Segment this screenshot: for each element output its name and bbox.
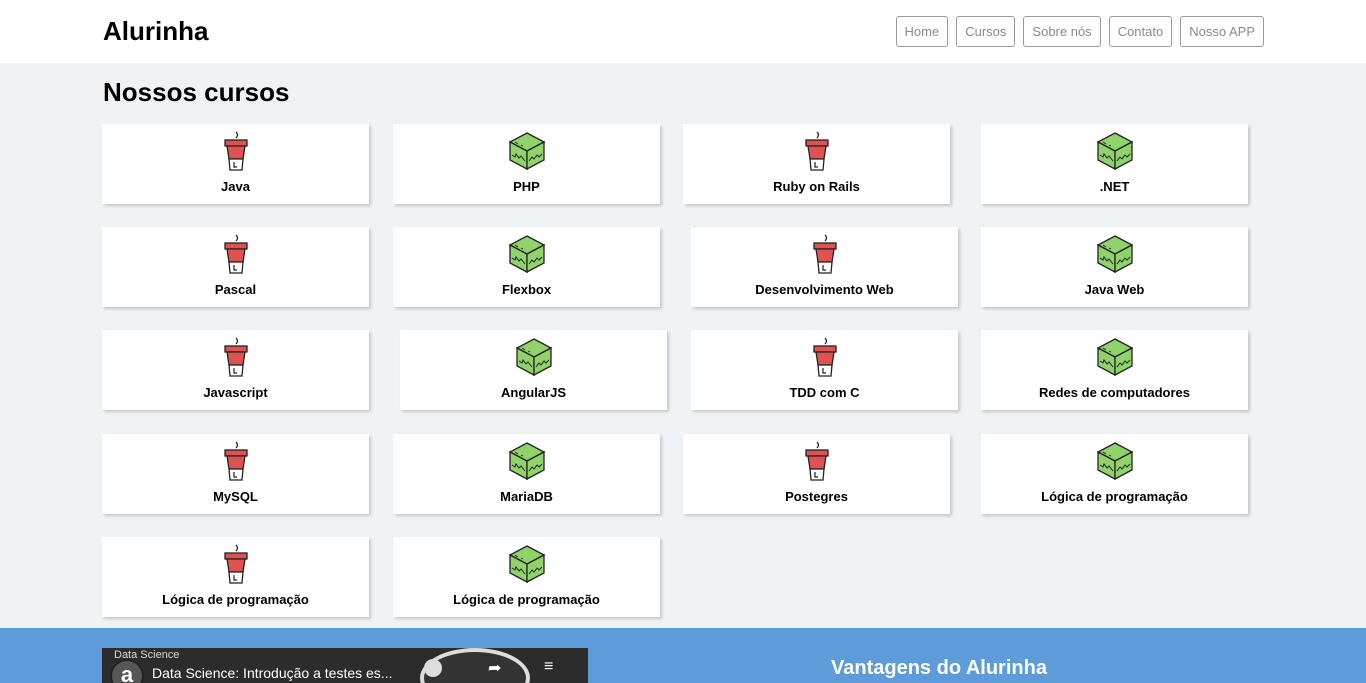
course-label: Java <box>221 179 250 194</box>
course-label: Pascal <box>214 282 257 297</box>
coffee-cup-icon <box>216 131 256 171</box>
course-label: Ruby on Rails <box>773 179 860 194</box>
course-card[interactable]: MySQL <box>102 434 369 514</box>
course-card[interactable]: Ruby on Rails <box>683 124 950 204</box>
coffee-cup-icon <box>797 441 837 481</box>
video-title[interactable]: Data Science: Introdução a testes es... <box>152 665 392 681</box>
course-card[interactable]: AngularJS <box>400 330 667 410</box>
advantages-heading: Vantagens do Alurinha <box>831 657 1047 679</box>
cube-icon <box>507 131 547 171</box>
course-label: Lógica de programação <box>1041 489 1188 504</box>
cube-icon <box>1095 441 1135 481</box>
brand-logo[interactable]: Alurinha <box>103 16 208 47</box>
course-label: Java Web <box>1084 282 1145 297</box>
course-card[interactable]: Pascal <box>102 227 369 307</box>
nav-cursos-button[interactable]: Cursos <box>956 16 1016 47</box>
course-card[interactable]: MariaDB <box>393 434 660 514</box>
course-label: MariaDB <box>500 489 553 504</box>
site-header: Alurinha Home Cursos Sobre nós Contato N… <box>0 0 1366 63</box>
page-title: Nossos cursos <box>103 77 290 107</box>
course-card[interactable]: Java Web <box>981 227 1248 307</box>
coffee-cup-icon <box>797 131 837 171</box>
course-card[interactable]: Lógica de programação <box>981 434 1248 514</box>
course-label: Postegres <box>785 489 848 504</box>
course-label: Lógica de programação <box>453 592 600 607</box>
course-card[interactable]: Flexbox <box>393 227 660 307</box>
coffee-cup-icon <box>805 337 845 377</box>
cube-icon <box>507 544 547 584</box>
course-label: Flexbox <box>501 282 552 297</box>
course-card[interactable]: Redes de computadores <box>981 330 1248 410</box>
cube-icon <box>514 337 554 377</box>
course-label: Lógica de programação <box>162 592 309 607</box>
cube-icon <box>1095 337 1135 377</box>
coffee-cup-icon <box>216 441 256 481</box>
course-card[interactable]: Lógica de programação <box>102 537 369 617</box>
coffee-cup-icon <box>805 234 845 274</box>
course-card[interactable]: TDD com C <box>691 330 958 410</box>
course-card[interactable]: PHP <box>393 124 660 204</box>
course-card[interactable]: Desenvolvimento Web <box>691 227 958 307</box>
nav-contato-button[interactable]: Contato <box>1108 16 1173 47</box>
course-card[interactable]: .NET <box>981 124 1248 204</box>
main-nav: Home Cursos Sobre nós Contato Nosso APP <box>895 16 1264 47</box>
advantages-band: Data Science a Data Science: Introdução … <box>0 628 1366 683</box>
coffee-cup-icon <box>216 544 256 584</box>
cube-icon <box>1095 131 1135 171</box>
course-label: .NET <box>1099 179 1130 194</box>
course-card[interactable]: Lógica de programação <box>393 537 660 617</box>
course-label: TDD com C <box>789 385 860 400</box>
cube-icon <box>507 234 547 274</box>
cube-icon <box>1095 234 1135 274</box>
course-card[interactable]: Java <box>102 124 369 204</box>
cube-icon <box>507 441 547 481</box>
course-label: Desenvolvimento Web <box>755 282 894 297</box>
share-icon[interactable]: ➦ <box>488 658 501 678</box>
watch-later-icon[interactable] <box>424 659 442 677</box>
course-label: PHP <box>513 179 540 194</box>
course-card[interactable]: Postegres <box>683 434 950 514</box>
course-label: AngularJS <box>500 385 566 400</box>
nav-sobre-button[interactable]: Sobre nós <box>1023 16 1101 47</box>
coffee-cup-icon <box>216 234 256 274</box>
nav-app-button[interactable]: Nosso APP <box>1180 16 1264 47</box>
course-label: Javascript <box>203 385 268 400</box>
playlist-icon[interactable]: ≡ <box>544 658 553 676</box>
coffee-cup-icon <box>216 337 256 377</box>
nav-home-button[interactable]: Home <box>895 16 949 47</box>
course-label: MySQL <box>213 489 258 504</box>
video-player[interactable]: Data Science a Data Science: Introdução … <box>102 648 588 683</box>
course-label: Redes de computadores <box>1039 385 1190 400</box>
course-card[interactable]: Javascript <box>102 330 369 410</box>
channel-logo[interactable]: a <box>110 659 144 683</box>
